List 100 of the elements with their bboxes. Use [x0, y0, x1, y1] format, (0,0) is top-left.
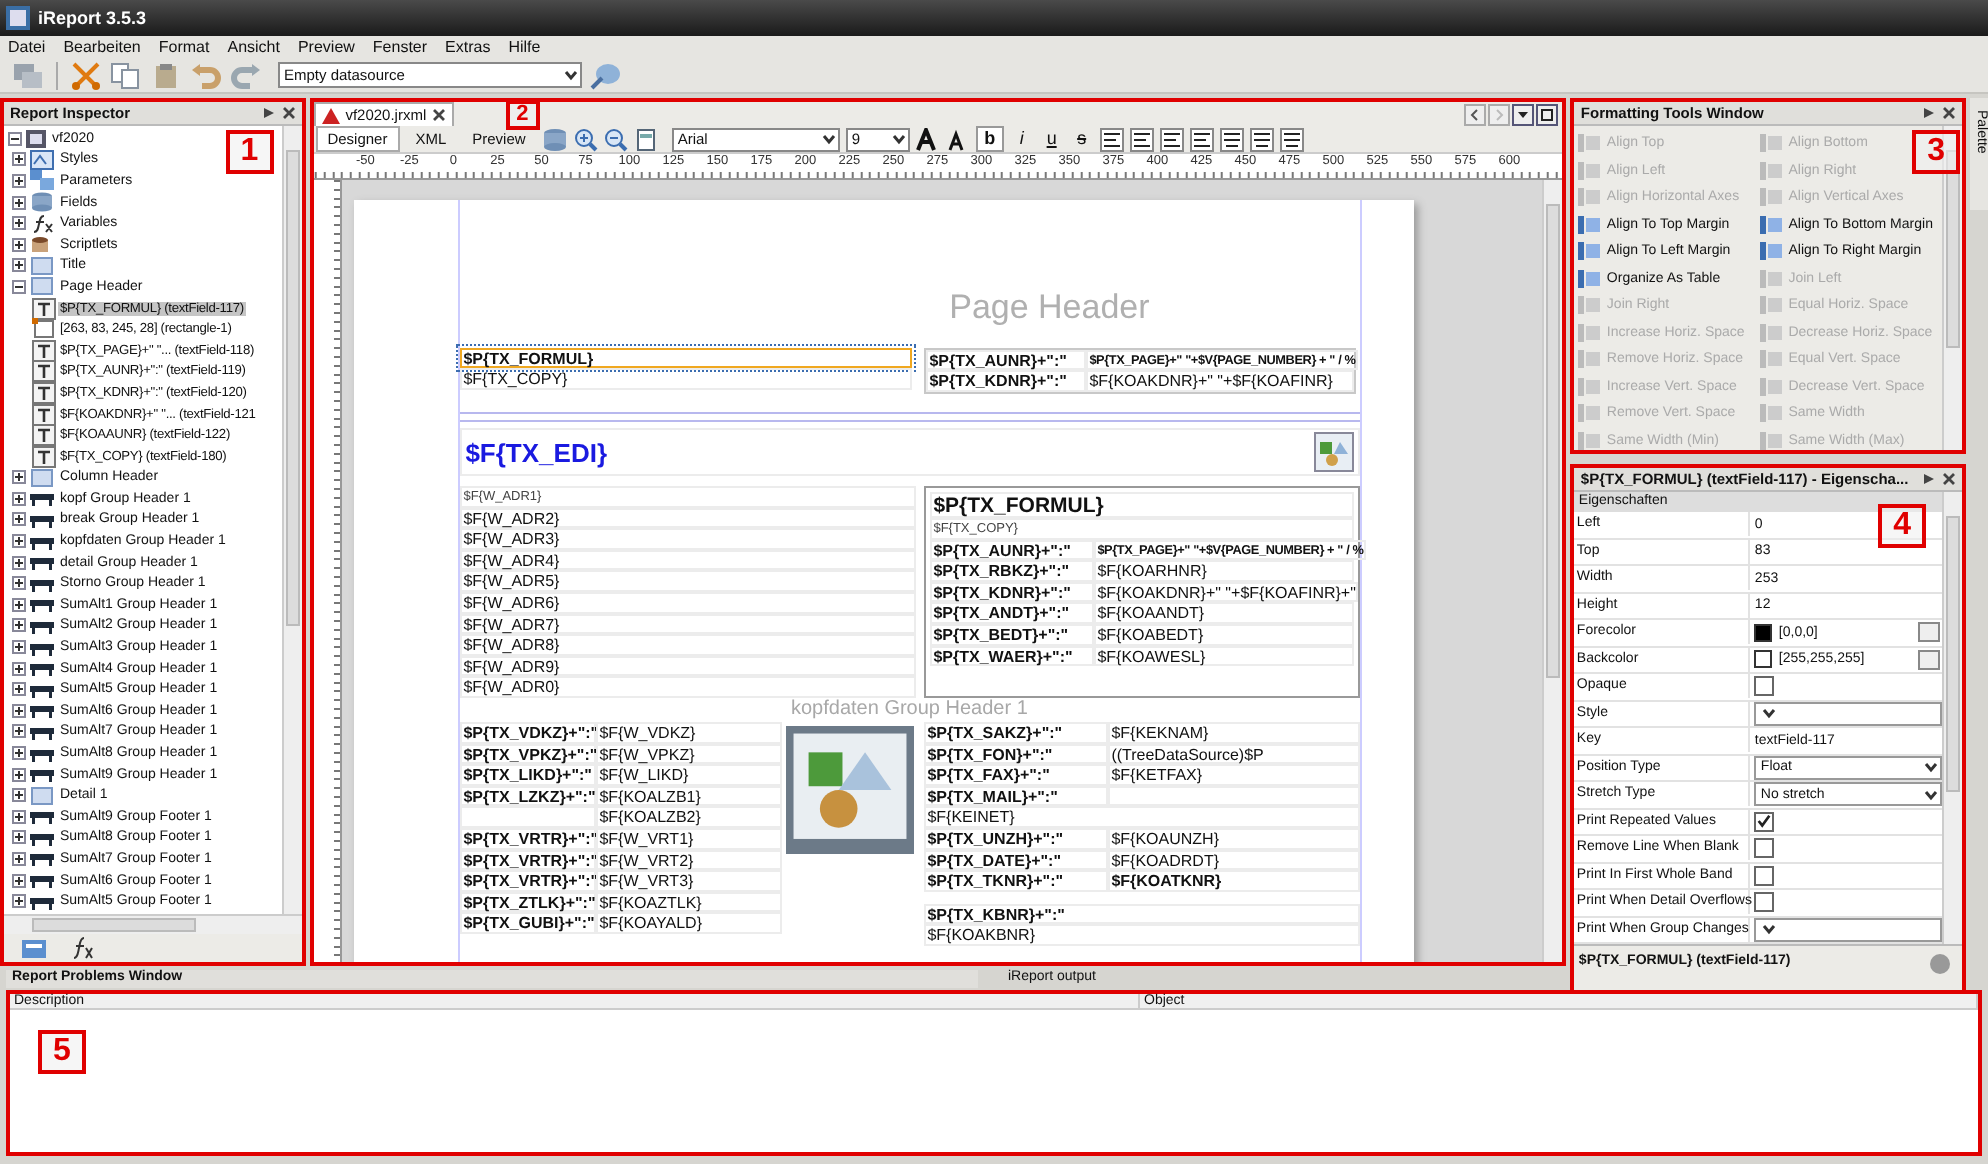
text-field[interactable]: $F{W_ADR6} — [459, 591, 916, 614]
expand-icon[interactable] — [12, 767, 26, 782]
text-field[interactable]: $P{TX_LZKZ}+":" — [459, 785, 596, 807]
text-field[interactable]: $F{KOATKNR} — [1107, 870, 1360, 892]
expand-icon[interactable] — [12, 703, 26, 718]
text-field[interactable]: $F{KOAWESL} — [1093, 645, 1354, 667]
expand-icon[interactable] — [12, 618, 26, 633]
scroll-bar[interactable] — [1942, 126, 1963, 450]
align-icon[interactable] — [1099, 127, 1124, 151]
datasource-icon[interactable] — [590, 61, 622, 89]
scroll-bar[interactable] — [281, 126, 302, 914]
text-field[interactable]: $P{TX_SAKZ}+":" — [923, 721, 1108, 744]
database-icon[interactable] — [20, 936, 48, 960]
text-field[interactable]: $P{TX_DATE}+":" — [923, 849, 1108, 871]
text-field[interactable]: $P{TX_ZTLK}+":" — [459, 891, 596, 913]
text-field[interactable]: $F{KOAKDNR}+" "+$F{KOAFINR}+" — [1093, 581, 1358, 603]
text-field[interactable]: $F{KEKNAM} — [1107, 721, 1360, 744]
function-icon[interactable] — [68, 936, 96, 960]
text-field[interactable]: $P{TX_AUNR}+":" — [929, 539, 1094, 561]
text-field[interactable] — [1107, 785, 1360, 807]
text-field[interactable]: $P{TX_VRTR}+":" — [459, 870, 596, 892]
text-field[interactable]: $F{W_LIKD} — [595, 764, 782, 786]
text-field[interactable]: ((TreeDataSource)$P — [1107, 743, 1360, 765]
expand-icon[interactable] — [12, 576, 26, 591]
expand-icon[interactable] — [12, 195, 26, 210]
text-field[interactable]: $P{TX_GUBI}+":" — [459, 912, 596, 934]
text-style-button[interactable]: u — [1039, 128, 1064, 150]
align-icon[interactable] — [1219, 127, 1244, 151]
align-icon[interactable] — [1129, 127, 1154, 151]
text-field[interactable]: $F{W_ADR9} — [459, 655, 916, 677]
expand-icon[interactable] — [12, 173, 26, 188]
text-style-button[interactable]: i — [1009, 128, 1034, 150]
text-field[interactable]: $F{W_VPKZ} — [595, 743, 782, 765]
scroll-bar[interactable] — [4, 914, 302, 934]
text-field[interactable]: $P{TX_LIKD}+":" — [459, 764, 596, 786]
expand-icon[interactable] — [12, 851, 26, 866]
align-icon[interactable] — [1159, 127, 1184, 151]
text-field[interactable]: $F{KETFAX} — [1107, 764, 1360, 786]
checkbox[interactable] — [1754, 892, 1775, 913]
text-field[interactable]: $F{TX_EDI} — [459, 428, 1360, 476]
text-field[interactable]: $F{W_ADR5} — [459, 570, 916, 592]
close-icon[interactable] — [432, 108, 447, 122]
zoom-out-icon[interactable] — [603, 127, 628, 151]
picker-button[interactable] — [1918, 622, 1941, 643]
expand-icon[interactable] — [12, 152, 26, 167]
text-field[interactable]: $P{TX_KDNR}+":" — [925, 370, 1086, 392]
text-field[interactable]: $F{KOARHNR} — [1093, 560, 1354, 582]
text-field[interactable]: $F{W_ADR3} — [459, 528, 916, 550]
checkbox[interactable] — [1754, 676, 1775, 697]
font-grow-icon[interactable] — [915, 127, 940, 151]
caret-icon[interactable] — [819, 130, 838, 148]
collapse-icon[interactable] — [12, 279, 26, 294]
text-field[interactable]: $P{TX_WAER}+":" — [929, 645, 1094, 667]
text-field[interactable]: $P{TX_VPKZ}+":" — [459, 743, 596, 765]
text-field[interactable]: $F{KOAKBNR} — [923, 924, 1360, 946]
expand-icon[interactable] — [12, 491, 26, 506]
expand-icon[interactable] — [12, 873, 26, 888]
close-icon[interactable] — [1942, 106, 1957, 120]
text-field[interactable]: $P{TX_KDNR}+":" — [929, 581, 1094, 603]
menu-item[interactable]: Extras — [445, 38, 491, 56]
text-field[interactable]: $F{KOAKDNR}+" "+$F{KOAFINR} — [1085, 370, 1354, 392]
dropdown-icon[interactable] — [1512, 103, 1535, 125]
database-icon[interactable] — [541, 127, 568, 151]
text-field[interactable]: $F{KOAZTLK} — [595, 891, 782, 913]
text-field[interactable]: $P{TX_BEDT}+":" — [929, 623, 1094, 646]
align-icon[interactable] — [1249, 127, 1274, 151]
expand-icon[interactable] — [12, 682, 26, 697]
text-field[interactable]: $P{TX_ANDT}+":" — [929, 602, 1094, 624]
pin-icon[interactable] — [261, 106, 276, 120]
zoom-in-icon[interactable] — [573, 127, 598, 151]
text-field[interactable]: $P{TX_TKNR}+":" — [923, 870, 1108, 892]
text-field[interactable]: $F{W_VRT2} — [595, 849, 782, 871]
document-icon[interactable] — [633, 127, 658, 151]
expand-icon[interactable] — [12, 894, 26, 909]
close-icon[interactable] — [281, 106, 296, 120]
expand-icon[interactable] — [12, 830, 26, 845]
close-icon[interactable] — [1942, 472, 1957, 486]
text-field[interactable]: $F{KEINET} — [923, 806, 1360, 828]
scroll-bar[interactable] — [1542, 180, 1563, 962]
text-field[interactable]: $P{TX_VRTR}+":" — [459, 827, 596, 849]
text-field[interactable]: $F{W_VRT1} — [595, 827, 782, 849]
checkbox[interactable] — [1754, 838, 1775, 859]
expand-icon[interactable] — [12, 555, 26, 570]
text-field[interactable] — [459, 806, 596, 828]
text-field[interactable]: $F{KOAYALD} — [595, 912, 782, 934]
scissors-icon[interactable] — [70, 61, 102, 89]
text-field[interactable]: $F{TX_COPY} — [459, 368, 912, 390]
text-field[interactable]: $F{W_ADR8} — [459, 634, 916, 656]
menu-item[interactable]: Hilfe — [508, 38, 541, 56]
expand-icon[interactable] — [12, 661, 26, 676]
text-field[interactable]: $P{TX_FORMUL} — [459, 347, 912, 369]
caret-icon[interactable] — [1760, 920, 1779, 939]
text-field[interactable]: $P{TX_AUNR}+":" — [925, 349, 1086, 371]
checkbox[interactable] — [1754, 811, 1775, 832]
caret-icon[interactable] — [1760, 704, 1779, 723]
image-icon[interactable] — [1313, 432, 1354, 472]
text-field[interactable]: $P{TX_MAIL}+":" — [923, 785, 1108, 807]
text-style-button[interactable]: b — [975, 126, 1004, 152]
text-field[interactable]: $F{W_ADR7} — [459, 613, 916, 635]
scroll-bar[interactable] — [1942, 492, 1963, 944]
